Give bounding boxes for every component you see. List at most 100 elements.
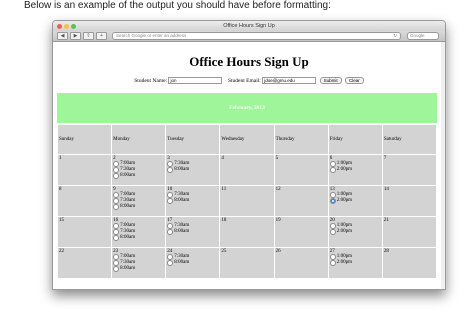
calendar-day-cell: 15 [58, 217, 112, 247]
email-label: Student Email: [227, 77, 261, 84]
day-number: 12 [275, 187, 281, 192]
time-slot-label: 8:00am [174, 167, 190, 172]
close-window-icon[interactable] [57, 23, 62, 29]
time-slot-option[interactable]: 8:00am [113, 235, 164, 241]
day-header: Sunday [58, 125, 112, 154]
time-slot-label: 8:00am [174, 260, 190, 265]
time-slot-option[interactable]: 8:00am [167, 260, 218, 266]
radio-button-icon[interactable] [113, 204, 120, 210]
radio-button-icon[interactable] [329, 229, 336, 235]
time-slot-option[interactable]: 8:00am [167, 167, 218, 173]
calendar-day-cell: 8 [58, 186, 112, 216]
day-header: Thursday [274, 125, 328, 154]
caption-text: Below is an example of the output you sh… [24, 0, 331, 11]
day-number: 22 [59, 249, 64, 254]
signup-form: Student Name: Student Email: Submit Clea… [53, 77, 445, 84]
calendar-day-cell: 13 1:00pm 2:00pm [328, 186, 382, 216]
day-number: 18 [221, 218, 227, 223]
email-field[interactable] [262, 77, 317, 84]
calendar-day-cell: 27 1:00pm 2:00pm [328, 248, 382, 278]
window-titlebar: Office Hours Sign Up [53, 21, 445, 31]
calendar-day-cell: 9 7:00am 7:30am 8:00am [112, 186, 166, 216]
forward-arrow-icon[interactable]: ▶ [70, 32, 81, 40]
radio-button-icon[interactable] [329, 167, 336, 173]
calendar-day-cell: 11 [220, 186, 274, 216]
time-slot-option[interactable]: 8:00am [113, 173, 164, 179]
time-slot-label: 2:00pm [336, 229, 352, 234]
reload-icon[interactable]: ↻ [393, 33, 397, 39]
time-slot-option[interactable]: 8:00am [113, 266, 164, 272]
day-number: 11 [221, 187, 227, 192]
day-number: 14 [383, 187, 389, 192]
calendar-day-cell: 25 [220, 248, 274, 278]
calendar-day-cell: 12 [274, 186, 328, 216]
calendar-day-cell: 21 [382, 217, 436, 247]
day-header: Friday [328, 125, 382, 154]
scrollbar[interactable] [441, 42, 445, 289]
browser-toolbar: ◀ ▶ ⇧ + Search Google or enter an addres… [53, 31, 445, 42]
name-field[interactable] [168, 77, 223, 84]
page-content: Office Hours Sign Up Student Name: Stude… [53, 42, 445, 289]
back-arrow-icon[interactable]: ◀ [57, 32, 68, 40]
radio-button-icon[interactable] [113, 266, 120, 272]
calendar-day-cell: 10 7:30am 8:00am [166, 186, 220, 216]
calendar-day-cell: 4 [220, 155, 274, 185]
time-slot-label: 8:00am [120, 235, 136, 240]
time-slot-option[interactable]: 2:00pm [329, 198, 381, 204]
name-label: Student Name: [134, 77, 168, 84]
radio-button-icon[interactable] [167, 198, 174, 204]
calendar-week-row: 22 23 7:00am 7:30am 8:00am 24 7:30am 8:00am 25 26… [58, 248, 436, 278]
time-slot-option[interactable]: 2:00pm [329, 167, 381, 173]
calendar-day-cell: 18 [220, 217, 274, 247]
calendar-day-cell: 26 [274, 248, 328, 278]
add-tab-icon[interactable]: + [96, 32, 107, 40]
time-slot-option[interactable]: 2:00pm [329, 229, 381, 235]
radio-button-icon[interactable] [113, 235, 120, 241]
browser-window: Office Hours Sign Up ◀ ▶ ⇧ + Search Goog… [52, 20, 446, 290]
day-number: 4 [221, 156, 224, 161]
submit-button[interactable]: Submit [319, 77, 342, 84]
clear-button[interactable]: Clear [344, 77, 364, 84]
day-number: 19 [275, 218, 281, 223]
day-header: Tuesday [166, 125, 220, 154]
time-slot-label: 8:00am [174, 229, 190, 234]
calendar-week-row: 15 16 7:00am 7:30am 8:00am 17 7:30am 8:00am 18 19… [58, 217, 436, 247]
calendar-day-cell: 1 [58, 155, 112, 185]
radio-button-icon[interactable] [329, 198, 336, 204]
address-bar[interactable]: Search Google or enter an address ↻ [112, 32, 401, 40]
time-slot-label: 2:00pm [336, 167, 352, 172]
month-header: February, 2013 [57, 93, 437, 123]
day-header: Monday [112, 125, 166, 154]
calendar-day-cell: 3 7:30am 8:00am [166, 155, 220, 185]
maximize-window-icon[interactable] [71, 23, 76, 29]
time-slot-option[interactable]: 8:00am [167, 198, 218, 204]
radio-button-icon[interactable] [167, 229, 174, 235]
day-header: Saturday [382, 125, 436, 154]
calendar-day-cell: 2 7:00am 7:30am 8:00am [112, 155, 166, 185]
radio-button-icon[interactable] [167, 167, 174, 173]
time-slot-label: 8:00am [120, 266, 136, 271]
radio-button-icon[interactable] [167, 260, 174, 266]
calendar-day-cell: 28 [382, 248, 436, 278]
day-number: 5 [275, 156, 279, 161]
time-slot-option[interactable]: 2:00pm [329, 260, 381, 266]
search-field[interactable]: Google [407, 32, 439, 40]
window-title: Office Hours Sign Up [223, 23, 275, 29]
calendar-day-cell: 16 7:00am 7:30am 8:00am [112, 217, 166, 247]
radio-button-icon[interactable] [329, 260, 336, 266]
calendar-day-cell: 20 1:00pm 2:00pm [328, 217, 382, 247]
calendar-day-cell: 23 7:00am 7:30am 8:00am [112, 248, 166, 278]
calendar-day-cell: 5 [274, 155, 328, 185]
day-number: 26 [275, 249, 281, 254]
time-slot-option[interactable]: 8:00am [113, 204, 164, 210]
calendar-day-cell: 24 7:30am 8:00am [166, 248, 220, 278]
day-header: Wednesday [220, 125, 274, 154]
window-controls [57, 23, 76, 29]
share-icon[interactable]: ⇧ [83, 32, 94, 40]
time-slot-option[interactable]: 8:00am [167, 229, 218, 235]
time-slot-label: 2:00pm [336, 260, 352, 265]
minimize-window-icon[interactable] [64, 23, 69, 29]
radio-button-icon[interactable] [113, 173, 120, 179]
calendar-week-row: 1 2 7:00am 7:30am 8:00am 3 7:30am 8:00am 4 5 6 1:00… [58, 155, 436, 185]
calendar-week-row: 8 9 7:00am 7:30am 8:00am 10 7:30am 8:00am 11 12 13… [58, 186, 436, 216]
